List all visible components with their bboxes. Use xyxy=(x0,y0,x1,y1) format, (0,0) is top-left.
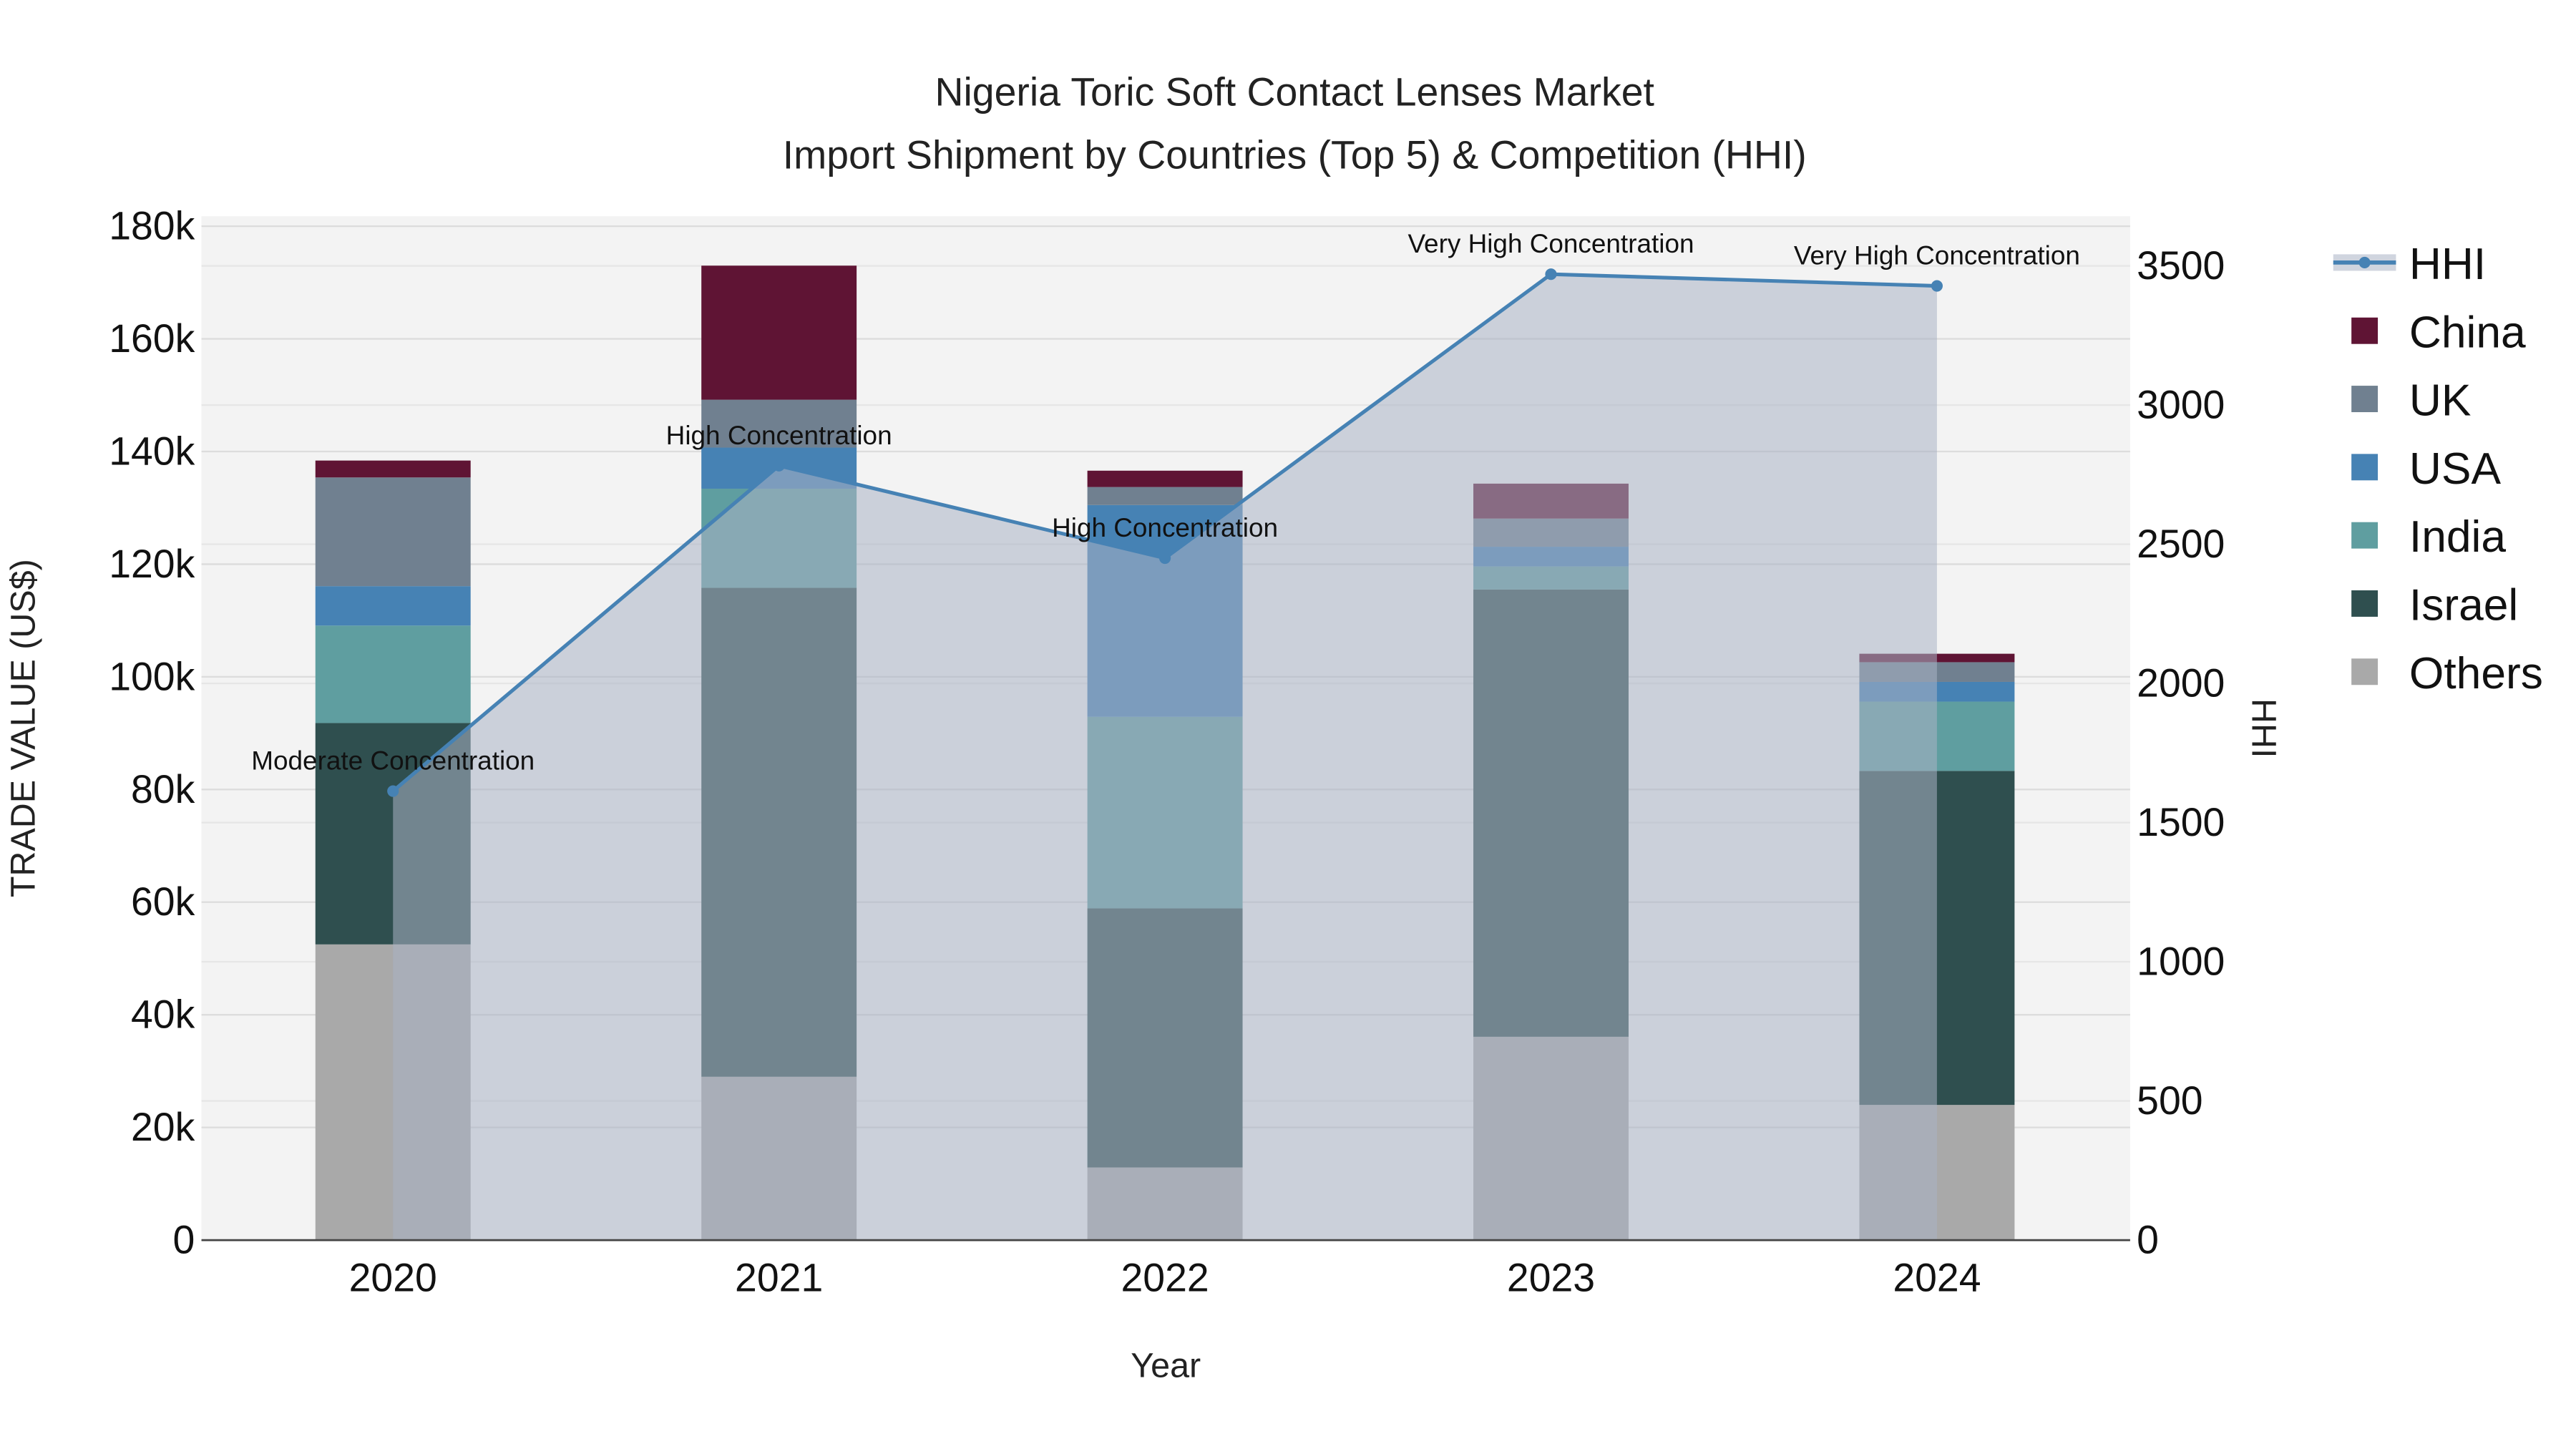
hhi-annotation: Moderate Concentration xyxy=(251,746,535,776)
y-tick-label: 40k xyxy=(131,992,195,1037)
y-tick-label: 0 xyxy=(172,1218,195,1262)
y2-tick-label: 0 xyxy=(2137,1218,2159,1262)
y2-tick-label: 3500 xyxy=(2137,243,2225,288)
y2-tick-label: 1500 xyxy=(2137,800,2225,844)
x-tick-label: 2022 xyxy=(1121,1256,1209,1300)
x-tick-label: 2020 xyxy=(349,1256,437,1300)
hhi-annotation: Very High Concentration xyxy=(1794,241,2080,270)
legend-swatch-uk xyxy=(2351,386,2379,412)
chart: Nigeria Toric Soft Contact Lenses Market… xyxy=(4,70,2543,1385)
hhi-annotation: High Concentration xyxy=(666,421,892,450)
bar-china-2020 xyxy=(315,460,471,478)
y-tick-label: 80k xyxy=(131,767,195,811)
bar-uk-2022 xyxy=(1087,487,1243,505)
bar-china-2021 xyxy=(701,265,857,400)
y-tick-label: 140k xyxy=(109,429,195,473)
bar-uk-2020 xyxy=(315,477,471,587)
hhi-point-2022 xyxy=(1159,552,1171,565)
x-tick-label: 2023 xyxy=(1507,1256,1595,1300)
hhi-point-2023 xyxy=(1545,268,1557,280)
legend-label-china: China xyxy=(2409,308,2526,357)
legend-label-hhi: HHI xyxy=(2409,240,2486,289)
legend-swatch-china xyxy=(2351,317,2379,344)
x-tick-label: 2021 xyxy=(735,1256,823,1300)
y-tick-label: 100k xyxy=(109,654,195,698)
x-tick-label: 2024 xyxy=(1893,1256,1981,1300)
bar-china-2022 xyxy=(1087,470,1243,487)
legend-label-israel: Israel xyxy=(2409,581,2518,630)
y2-axis-ticks: 0 500 1000 1500 2000 2500 3000 3500 xyxy=(2137,243,2225,1262)
y-axis-label: TRADE VALUE (US$) xyxy=(4,559,42,897)
y-tick-label: 180k xyxy=(109,204,195,248)
hhi-point-2024 xyxy=(1931,280,1943,292)
legend-swatch-others xyxy=(2351,658,2379,686)
hhi-point-2020 xyxy=(387,785,399,797)
y2-tick-label: 2000 xyxy=(2137,661,2225,706)
x-axis-label: Year xyxy=(1131,1347,1201,1385)
legend-label-india: India xyxy=(2409,512,2506,562)
legend-swatch-usa xyxy=(2351,454,2379,481)
y2-tick-label: 1000 xyxy=(2137,940,2225,984)
x-axis-ticks: 2020 2021 2022 2023 2024 xyxy=(349,1256,1981,1300)
y-tick-label: 60k xyxy=(131,879,195,924)
hhi-annotation: High Concentration xyxy=(1052,513,1278,542)
y-tick-label: 20k xyxy=(131,1105,195,1149)
y-tick-label: 120k xyxy=(109,542,195,586)
legend-label-usa: USA xyxy=(2409,444,2502,494)
legend: HHI China UK USA India Israel Others xyxy=(2333,240,2543,698)
chart-subtitle: Import Shipment by Countries (Top 5) & C… xyxy=(783,132,1807,177)
y-axis-ticks: 0 20k 40k 60k 80k 100k 120k 140k 160k 180k xyxy=(109,204,195,1262)
legend-label-others: Others xyxy=(2409,649,2543,698)
legend-swatch-india xyxy=(2351,522,2379,549)
y2-tick-label: 2500 xyxy=(2137,522,2225,566)
chart-title: Nigeria Toric Soft Contact Lenses Market xyxy=(935,70,1654,114)
hhi-point-2021 xyxy=(773,459,785,472)
bar-india-2020 xyxy=(315,625,471,723)
legend-swatch-israel xyxy=(2351,590,2379,617)
y2-axis-label: HHI xyxy=(2245,698,2283,758)
bar-usa-2020 xyxy=(315,586,471,626)
y-tick-label: 160k xyxy=(109,316,195,361)
y2-tick-label: 500 xyxy=(2137,1078,2202,1123)
y2-tick-label: 3000 xyxy=(2137,383,2225,427)
hhi-annotation: Very High Concentration xyxy=(1407,229,1694,258)
legend-label-uk: UK xyxy=(2409,376,2472,426)
legend-swatch-hhi-marker xyxy=(2358,256,2371,268)
